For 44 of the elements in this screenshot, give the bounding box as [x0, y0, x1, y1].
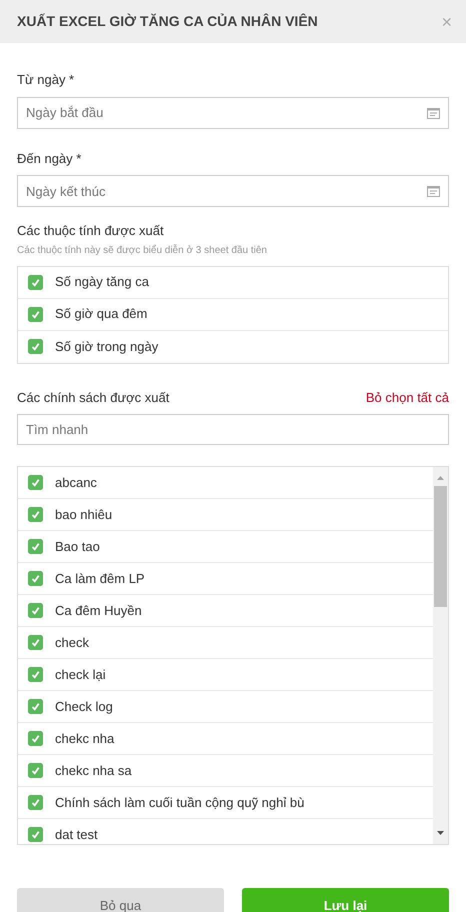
option-label: Check log [55, 698, 113, 716]
checkbox[interactable] [28, 571, 43, 586]
option-label: check lại [55, 666, 106, 684]
option-label: chekc nha sa [55, 762, 132, 780]
option-label: Số giờ trong ngày [55, 338, 158, 356]
checkbox[interactable] [28, 274, 43, 290]
start-date-field[interactable]: Ngày bắt đầu [17, 96, 449, 128]
checkbox[interactable] [28, 339, 43, 354]
checkbox[interactable] [28, 763, 43, 778]
section-hint: Các thuộc tính này sẽ được biểu diễn ở 3 sheet đầu tiên [17, 243, 267, 258]
checkbox[interactable] [28, 731, 43, 746]
checkbox[interactable] [28, 795, 43, 810]
checkbox[interactable] [28, 667, 43, 682]
option-label: abcanc [55, 474, 97, 492]
option-label: bao nhiêu [55, 506, 112, 524]
field-label: Từ ngày * [17, 71, 74, 89]
calendar-icon[interactable] [427, 106, 440, 118]
checkbox[interactable] [28, 699, 43, 714]
checkbox[interactable] [28, 603, 43, 618]
option-label: chekc nha [55, 730, 114, 748]
option-label: Ca đêm Huyền [55, 602, 142, 620]
option-label: Chính sách làm cuối tuần cộng quỹ nghỉ bù [55, 794, 304, 812]
checkbox[interactable] [28, 635, 43, 650]
checkbox[interactable] [28, 475, 43, 490]
section-title: Các thuộc tính được xuất [17, 222, 164, 240]
scrollbar[interactable] [433, 467, 448, 844]
option-label: Số giờ qua đêm [55, 305, 148, 324]
option-label: Ca làm đêm LP [55, 570, 145, 588]
end-date-field[interactable]: Ngày kết thúc [17, 175, 449, 207]
field-label: Đến ngày * [17, 150, 82, 168]
search-field[interactable]: Tìm nhanh [17, 414, 449, 445]
checkbox[interactable] [28, 827, 43, 842]
checkbox[interactable] [28, 539, 43, 554]
option-label: dat test [55, 826, 98, 844]
checkbox[interactable] [28, 507, 43, 522]
option-label: check [55, 634, 89, 652]
option-label: Số ngày tăng ca [55, 273, 149, 292]
deselect-all-link[interactable]: Bỏ chọn tất cả [366, 388, 449, 407]
section-title: Các chính sách được xuất [17, 388, 170, 406]
calendar-icon[interactable] [427, 185, 440, 197]
option-label: Bao tao [55, 538, 100, 556]
save-button[interactable]: Lưu lại [242, 888, 449, 912]
dialog-title: XUẤT EXCEL GIỜ TĂNG CA CỦA NHÂN VIÊN [17, 12, 318, 31]
checkbox[interactable] [28, 306, 43, 322]
